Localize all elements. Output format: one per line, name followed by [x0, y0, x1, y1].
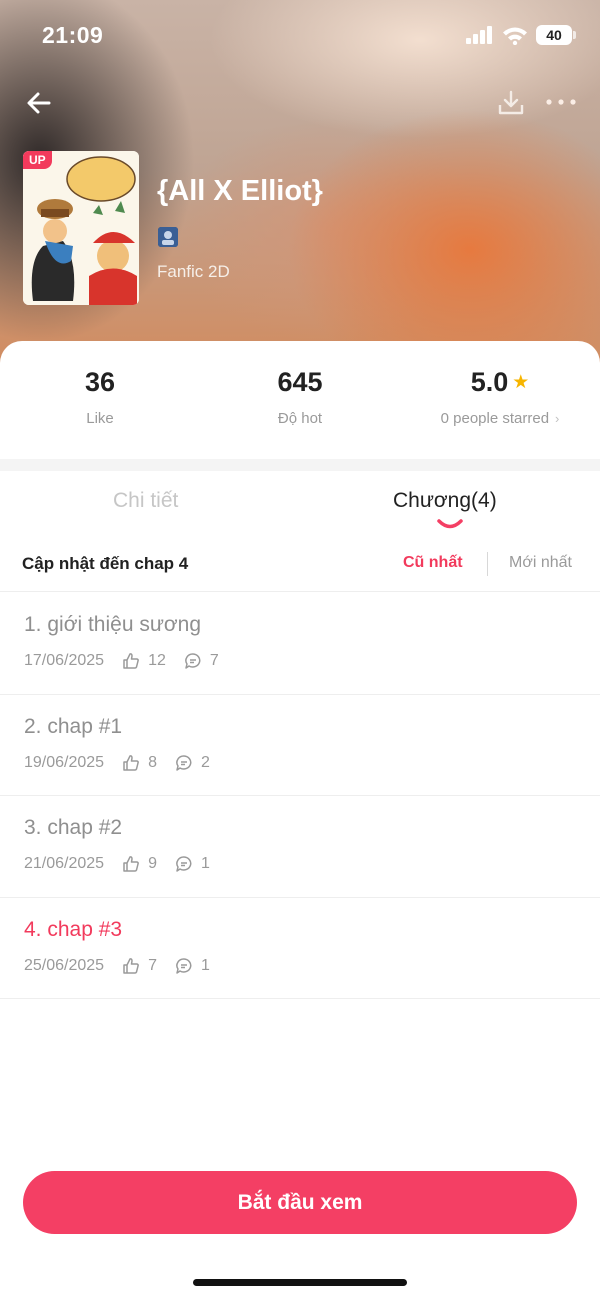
genre-label: Fanfic 2D — [157, 262, 230, 281]
stat-likes: 36 Like — [0, 367, 200, 427]
chapter-date: 19/06/2025 — [24, 753, 105, 771]
more-dots-icon[interactable] — [544, 92, 578, 112]
chapter-list: 1. giới thiệu sương 17/06/2025 12 7 2. c… — [0, 593, 600, 999]
comment-icon — [185, 653, 201, 669]
chapter-likes: 12 — [148, 652, 166, 669]
chapter-likes: 8 — [148, 753, 157, 771]
chapter-date: 21/06/2025 — [24, 855, 105, 872]
stat-hot: 645 Độ hot — [200, 367, 400, 427]
comment-icon — [176, 856, 192, 872]
chapter-title: 3. chap #2 — [24, 816, 123, 839]
chapter-item[interactable]: 1. giới thiệu sương 17/06/2025 12 7 — [0, 593, 600, 695]
chapter-date: 25/06/2025 — [24, 956, 105, 974]
section-divider — [0, 459, 600, 471]
start-reading-button[interactable]: Bắt đầu xem — [23, 1171, 577, 1234]
hero-header: 21:09 40 UP {All X Elliot} Fanfic 2D — [0, 0, 600, 380]
chapter-comments: 1 — [200, 855, 210, 872]
signal-icon — [466, 26, 492, 44]
star-icon: ★ — [512, 372, 530, 393]
avatar-image — [158, 227, 178, 247]
back-arrow-icon[interactable] — [22, 86, 56, 120]
thumbs-up-icon — [123, 754, 139, 771]
chapter-item[interactable]: 3. chap #2 21/06/2025 9 1 — [0, 796, 600, 898]
sort-newest-button[interactable]: Mới nhất — [509, 554, 572, 572]
status-time: 21:09 — [42, 22, 104, 48]
stats-card: 36 Like 645 Độ hot 5.0 ★ 0 people starred… — [0, 341, 600, 459]
tab-chapters[interactable]: Chương(4) — [393, 489, 497, 513]
up-badge: UP — [23, 151, 52, 169]
comment-icon — [176, 754, 192, 771]
tab-detail[interactable]: Chi tiết — [113, 489, 178, 513]
chapter-title: 1. giới thiệu sương — [24, 613, 202, 636]
home-indicator — [193, 1279, 407, 1286]
chapter-meta: 19/06/2025 8 2 — [24, 754, 228, 772]
rating-row: 5.0 ★ — [400, 367, 600, 398]
thumbs-up-icon — [123, 957, 139, 974]
chapter-date: 17/06/2025 — [24, 652, 105, 669]
chapter-meta: 25/06/2025 7 1 — [24, 957, 228, 975]
chapter-item-current[interactable]: 4. chap #3 25/06/2025 7 1 — [0, 898, 600, 999]
chapter-title: 2. chap #1 — [24, 714, 123, 738]
rating-label: 0 people starred — [440, 410, 550, 427]
wifi-icon — [503, 27, 527, 45]
update-status: Cập nhật đến chap 4 — [22, 554, 189, 573]
rating-value: 5.0 — [470, 367, 509, 397]
status-icons: 40 — [466, 25, 576, 45]
chapter-likes: 7 — [148, 956, 157, 974]
battery-indicator: 40 — [536, 25, 576, 45]
thumbs-up-icon — [123, 653, 139, 669]
chapter-likes: 9 — [148, 855, 157, 872]
sort-row: Cập nhật đến chap 4 Cũ nhất Mới nhất — [0, 540, 600, 592]
cover-illustration — [23, 151, 139, 305]
author-avatar[interactable] — [158, 227, 178, 247]
comment-icon — [176, 957, 192, 974]
tab-active-indicator — [437, 519, 463, 529]
sort-oldest-button[interactable]: Cũ nhất — [403, 554, 463, 572]
stat-rating[interactable]: 5.0 ★ 0 people starred › — [400, 367, 600, 427]
chapter-meta: 21/06/2025 9 1 — [24, 855, 228, 873]
hot-count: 645 — [277, 367, 323, 397]
hot-label: Độ hot — [277, 410, 323, 427]
status-bar: 21:09 40 — [0, 0, 600, 70]
chevron-right-icon: › — [555, 411, 560, 426]
book-title: {All X Elliot} — [157, 175, 323, 207]
book-cover[interactable]: UP — [23, 151, 139, 305]
chapter-item[interactable]: 2. chap #1 19/06/2025 8 2 — [0, 695, 600, 796]
rating-label-row: 0 people starred › — [400, 410, 600, 427]
download-icon[interactable] — [496, 88, 526, 118]
likes-count: 36 — [84, 367, 116, 397]
thumbs-up-icon — [123, 856, 139, 872]
chapter-comments: 1 — [200, 956, 210, 974]
likes-label: Like — [86, 410, 114, 427]
chapter-meta: 17/06/2025 12 7 — [24, 652, 237, 670]
chapter-comments: 7 — [209, 652, 219, 669]
chapter-title: 4. chap #3 — [24, 917, 123, 941]
sort-separator — [487, 552, 488, 576]
chapter-comments: 2 — [200, 753, 210, 771]
